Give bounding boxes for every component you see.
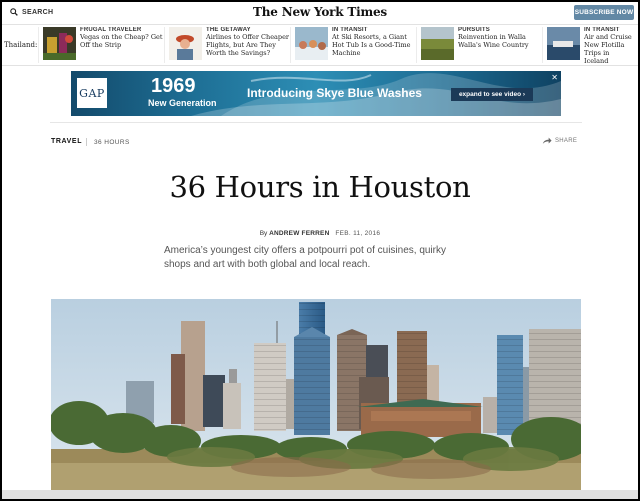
ad-headline: Introducing Skye Blue Washes [247,86,422,100]
promo-thumbnail [421,27,454,60]
promo-item[interactable]: FRUGAL TRAVELER Vegas on the Cheap? Get … [38,27,164,63]
promo-thumbnail [169,27,202,60]
promo-thumbnail [547,27,580,60]
promo-item[interactable]: THE GETAWAY Airlines to Offer Cheaper Fl… [164,27,290,63]
ad-year: 1969 [151,75,196,97]
subscribe-button[interactable]: SUBSCRIBE NOW [574,5,634,20]
promo-item[interactable]: IN TRANSIT Air and Cruise New Flotilla T… [542,27,632,63]
article-summary: America’s youngest city offers a potpour… [164,245,446,270]
series-label[interactable]: 36 HOURS [94,139,130,146]
section-separator [86,138,87,146]
ad-subtitle: New Generation [148,98,217,108]
byline-prefix: By [259,230,268,237]
section-label[interactable]: TRAVEL [51,138,82,145]
promo-headline: At Ski Resorts, a Giant Hot Tub Is a Goo… [332,33,411,57]
promo-item[interactable]: PURSUITS Reinvention in Walla Walla's Wi… [416,27,542,63]
close-icon[interactable]: ✕ [551,73,558,82]
divider [50,122,582,123]
promo-thumbnail [43,27,76,60]
author-link[interactable]: ANDREW FERREN [269,230,329,237]
nyt-logo[interactable]: The New York Times [0,5,640,19]
share-button[interactable]: SHARE [542,137,577,145]
promo-strip: Thailand: FRUGAL TRAVELER Vegas on the C… [2,24,638,66]
promo-headline: Vegas on the Cheap? Get Off the Strip [80,33,163,49]
article-title: 36 Hours in Houston [169,170,471,204]
publish-date: FEB. 11, 2016 [335,230,381,237]
advertisement-banner[interactable]: GAP 1969 New Generation Introducing Skye… [71,71,561,116]
share-arrow-icon [542,137,552,144]
promo-headline: Reinvention in Walla Walla's Wine Countr… [458,33,529,49]
ad-expand-video-button[interactable]: expand to see video › [451,88,533,101]
promo-item[interactable]: IN TRANSIT At Ski Resorts, a Giant Hot T… [290,27,416,63]
skyline-illustration [51,299,581,491]
promo-thumbnail [295,27,328,60]
promo-headline: Air and Cruise New Flotilla Trips in Ice… [584,33,632,63]
hero-image-houston-skyline[interactable] [51,299,581,491]
gap-logo: GAP [77,78,107,108]
promo-headline: Airlines to Offer Cheaper Flights, but A… [206,33,290,57]
share-label: SHARE [555,138,578,144]
byline: By ANDREW FERREN FEB. 11, 2016 [0,230,640,237]
promo-fragment[interactable]: Thailand: [2,41,38,49]
horizontal-scrollbar[interactable] [2,490,638,499]
